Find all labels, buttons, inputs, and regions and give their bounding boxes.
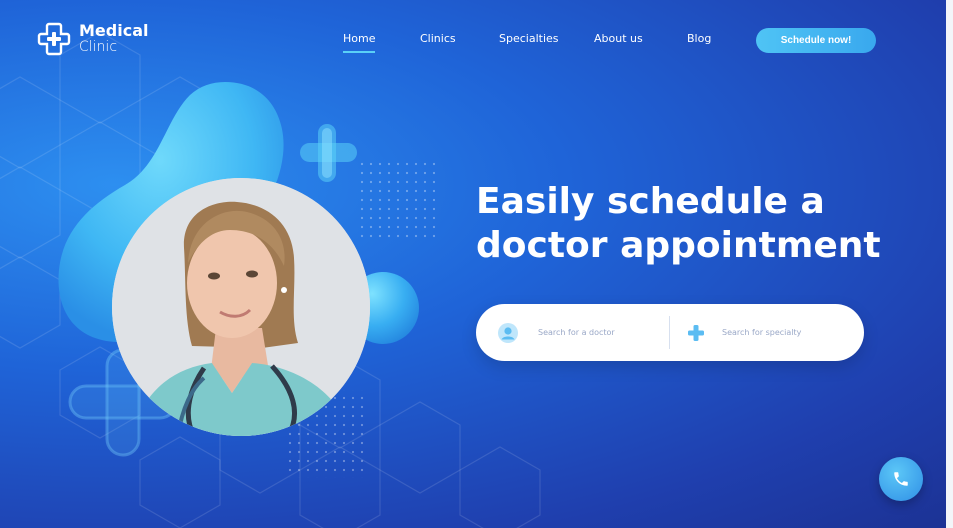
- hero-headline: Easily schedule a doctor appointment: [476, 180, 881, 268]
- search-divider: [669, 316, 670, 349]
- hero-headline-line-2: doctor appointment: [476, 225, 881, 266]
- call-button[interactable]: [879, 457, 923, 501]
- doctor-photo: [112, 178, 370, 436]
- phone-icon: [894, 472, 908, 486]
- nav-item-home[interactable]: Home: [343, 32, 376, 53]
- landing-page: Medical Clinic Home Clinics Specialties …: [0, 0, 953, 528]
- brand-logo[interactable]: Medical Clinic: [37, 22, 148, 56]
- doctor-search-field: [498, 304, 660, 361]
- brand-title: Medical: [79, 21, 149, 40]
- window-edge: [946, 0, 953, 528]
- schedule-now-button[interactable]: Schedule now!: [756, 28, 876, 53]
- nav-item-specialties[interactable]: Specialties: [499, 32, 559, 45]
- search-bar: [476, 304, 864, 361]
- specialty-search-input[interactable]: [720, 327, 844, 338]
- brand-subtitle: Clinic: [79, 39, 118, 55]
- plus-cross-icon: [688, 324, 704, 341]
- specialty-search-field: [688, 304, 844, 361]
- nav-item-blog[interactable]: Blog: [687, 32, 711, 45]
- user-avatar-icon: [498, 322, 518, 343]
- medical-cross-logo-icon: [37, 22, 71, 56]
- nav-item-clinics[interactable]: Clinics: [420, 32, 456, 45]
- nav-item-about-us[interactable]: About us: [594, 32, 643, 45]
- doctor-search-input[interactable]: [536, 327, 660, 338]
- hero-headline-line-1: Easily schedule a: [476, 181, 825, 222]
